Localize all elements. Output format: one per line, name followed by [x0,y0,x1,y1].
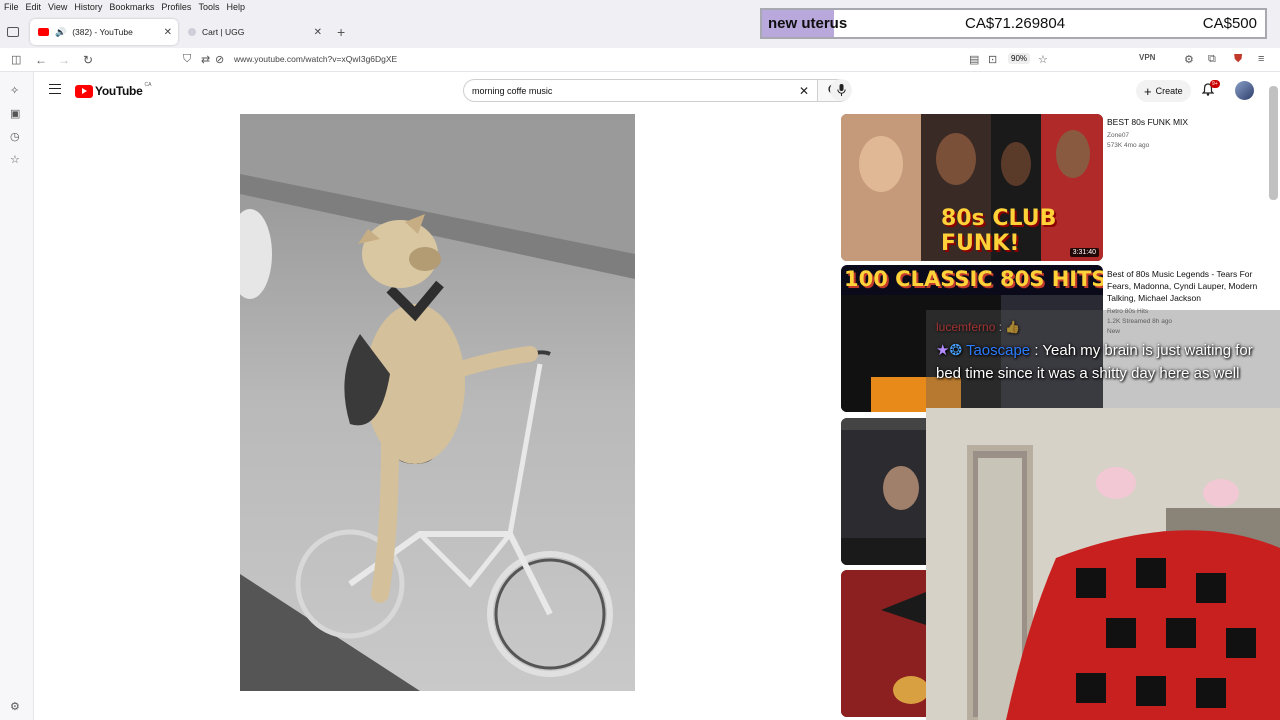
back-icon[interactable]: ← [35,53,47,67]
menu-help[interactable]: Help [226,2,245,12]
shield-icon[interactable]: ⛉ [183,53,191,66]
ai-chat-icon[interactable]: ✧ [10,84,19,97]
pocket-icon[interactable]: ▣ [10,107,20,120]
zoom-level[interactable]: 90% [1008,53,1031,64]
reload-icon[interactable]: ↻ [83,53,93,67]
menu-edit[interactable]: Edit [26,2,42,12]
donation-goal-overlay: new uterus CA$71.269804 CA$500 [760,8,1267,39]
vpn-icon[interactable]: VPN [1139,53,1155,62]
country-code: CA [144,82,152,88]
new-tab-icon[interactable]: + [337,24,345,40]
bookmark-star-icon[interactable]: ☆ [1038,53,1048,66]
video-title[interactable]: Best of 80s Music Legends - Tears For Fe… [1107,268,1267,304]
speaker-icon[interactable]: 🔊 [55,27,66,38]
youtube-logo[interactable]: YouTube CA [75,82,152,98]
close-tab-icon[interactable]: ✕ [314,27,322,38]
tab-youtube[interactable]: 🔊 (382) - YouTube ✕ [30,19,178,45]
goal-target: CA$500 [1202,15,1257,32]
hamburger-menu-icon[interactable] [49,84,61,94]
ublock-icon[interactable]: ⛊ [1234,53,1242,66]
forward-icon[interactable]: → [58,53,70,67]
channel-name[interactable]: Zone07 [1107,131,1267,140]
video-title[interactable]: BEST 80s FUNK MIX [1107,116,1267,128]
recommendation-thumbnail[interactable]: 80s CLUB FUNK! 3:31:40 [841,114,1103,261]
tab-list-icon[interactable] [7,27,19,37]
youtube-play-icon [75,84,93,98]
menu-history[interactable]: History [74,2,102,12]
create-button[interactable]: + Create [1136,80,1191,102]
permissions-icon[interactable]: ⇄ [201,53,210,66]
menu-view[interactable]: View [48,2,67,12]
video-frame-dog-on-bicycle [240,114,635,691]
video-duration: 3:31:40 [1069,248,1099,257]
address-bar[interactable]: www.youtube.com/watch?v=xQwI3g6DgXE [234,54,397,64]
notification-count-badge: 9+ [1210,80,1220,88]
navigation-bar: ◫ ← → ↻ ⛉ ⇄ ⊘ www.youtube.com/watch?v=xQ… [0,48,1280,72]
voice-search-button[interactable] [830,79,852,101]
browser-sidebar: ✧ ▣ ◷ ☆ [0,72,34,720]
chat-message: ★❂ Taoscape : Yeah my brain is just wait… [936,342,1253,382]
sidebar-toggle-icon[interactable]: ◫ [11,53,21,66]
menu-profiles[interactable]: Profiles [161,2,191,12]
streamer-webcam [926,408,1280,720]
youtube-favicon-icon [38,28,49,36]
history-icon[interactable]: ◷ [10,130,20,143]
chat-username: Taoscape [965,342,1031,359]
tab-ugg-cart[interactable]: Cart | UGG ✕ [180,19,328,45]
extension-icon[interactable]: ⚙ [1184,53,1194,66]
close-tab-icon[interactable]: ✕ [164,27,172,38]
chat-username: lucemferno [936,320,996,334]
sidebar-settings-icon[interactable]: ⚙ [10,700,20,713]
bookmarks-icon[interactable]: ☆ [10,153,20,166]
search-query: morning coffe music [472,85,553,96]
youtube-header: YouTube CA morning coffe music ✕ + Creat… [34,72,1280,110]
thumbnail-text: 100 CLASSIC 80S HITS [844,267,1103,291]
reader-view-icon[interactable]: ▤ [969,53,979,66]
app-menu-icon[interactable]: ≡ [1258,53,1264,65]
create-label: Create [1155,86,1183,96]
video-player[interactable] [240,114,635,691]
chat-message: lucemferno : 👍 [936,320,1021,334]
account-avatar[interactable] [1235,81,1254,100]
tracking-icon[interactable]: ⊘ [215,53,224,66]
globe-favicon-icon [188,28,196,36]
recommendation-info[interactable]: BEST 80s FUNK MIX Zone07 573K 4mo ago [1107,116,1267,150]
menu-bookmarks[interactable]: Bookmarks [109,2,154,12]
goal-label: new uterus [762,10,847,37]
video-meta: 573K 4mo ago [1107,142,1150,149]
webcam-feed [926,408,1280,720]
menu-tools[interactable]: Tools [198,2,219,12]
goal-amount: CA$71.269804 [965,15,1066,32]
menu-file[interactable]: File [4,2,19,12]
tab-label: (382) - YouTube [72,27,133,37]
moderator-badge-icon: ★ [936,342,950,359]
extensions-icon[interactable]: ⧉ [1208,53,1216,66]
screen: File Edit View History Bookmarks Profile… [0,0,1280,720]
plus-icon: + [1144,83,1152,99]
search-input[interactable]: morning coffe music ✕ [463,79,818,102]
heart-badge-icon: ❂ [949,342,963,359]
clear-search-icon[interactable]: ✕ [799,84,809,98]
tab-label: Cart | UGG [202,27,245,37]
microphone-icon [836,84,846,96]
save-icon[interactable]: ⊡ [988,53,997,66]
logo-text: YouTube [95,84,143,98]
page-scrollbar[interactable] [1269,86,1278,200]
stream-chat-overlay: lucemferno : 👍 ★❂ Taoscape : Yeah my bra… [926,310,1280,408]
